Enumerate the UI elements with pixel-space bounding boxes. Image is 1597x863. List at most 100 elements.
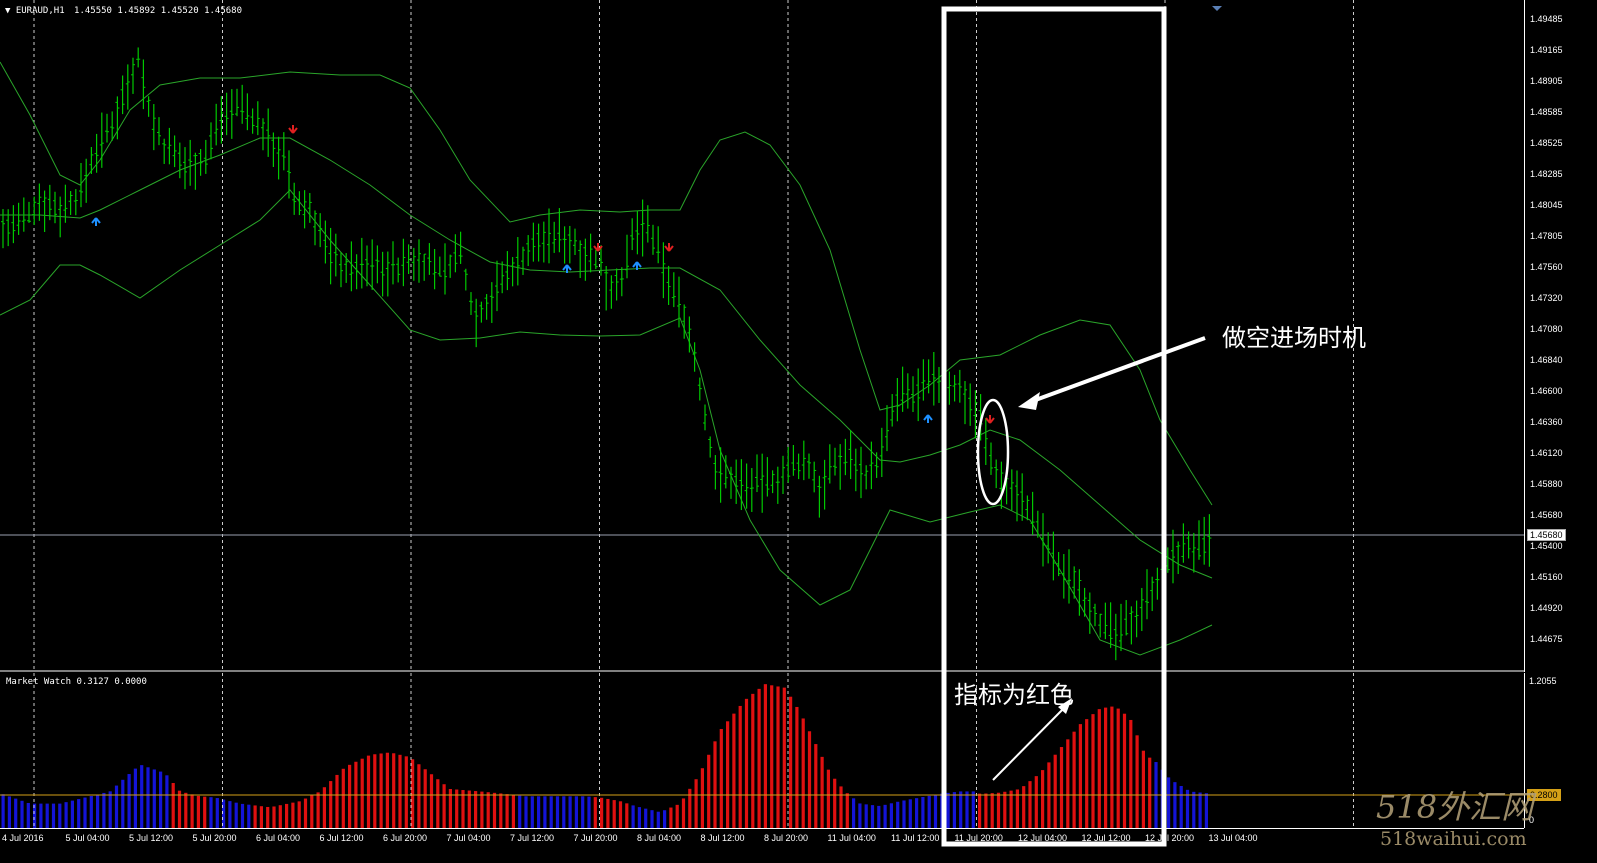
histogram-bar-red — [417, 764, 421, 828]
time-axis[interactable]: 4 Jul 2016 5 Jul 04:00 5 Jul 12:00 5 Jul 20… — [0, 828, 1524, 863]
chart-header: ▼ EURAUD,H1 1.45550 1.45892 1.45520 1.45… — [5, 6, 242, 16]
histogram-bar-blue — [228, 801, 232, 828]
histogram-bar-red — [196, 795, 200, 828]
chevron-down-icon[interactable]: ▼ — [5, 6, 10, 16]
histogram-bar-red — [789, 696, 793, 828]
histogram-bar-red — [593, 797, 597, 828]
histogram-bar-red — [1053, 754, 1057, 828]
price-panel[interactable]: ▼ EURAUD,H1 1.45550 1.45892 1.45520 1.45… — [0, 0, 1524, 672]
price-tick-label: 1.45680 — [1530, 510, 1563, 520]
histogram-bar-blue — [1185, 789, 1190, 828]
histogram-bar-red — [757, 688, 761, 828]
time-tick-label: 6 Jul 12:00 — [319, 833, 364, 843]
histogram-bar-blue — [631, 805, 635, 828]
time-tick-label: 12 Jul 20:00 — [1145, 833, 1195, 843]
time-tick-label: 8 Jul 04:00 — [637, 833, 682, 843]
histogram-bar-blue — [1160, 769, 1164, 828]
histogram-bar-blue — [14, 798, 18, 828]
histogram-bar-blue — [1192, 791, 1196, 828]
histogram-bar-red — [625, 803, 629, 828]
histogram-bar-blue — [58, 803, 62, 828]
histogram-bar-blue — [870, 805, 875, 828]
histogram-bar-red — [978, 793, 982, 828]
histogram-bar-red — [177, 790, 182, 828]
histogram-bar-blue — [247, 804, 251, 828]
histogram-bar-blue — [902, 800, 906, 828]
histogram-bar-blue — [908, 799, 912, 828]
histogram-bar-red — [713, 741, 717, 828]
histogram-bar-blue — [140, 765, 144, 828]
indicator-panel[interactable]: Market Watch 0.3127 0.0000 指标为红色 — [0, 673, 1524, 828]
price-tick-label: 1.46840 — [1530, 355, 1563, 365]
histogram-bar-red — [436, 779, 440, 828]
histogram-bar-red — [291, 802, 295, 828]
price-tick-label: 1.45880 — [1530, 479, 1563, 489]
histogram-bar-red — [732, 713, 736, 828]
histogram-bar-blue — [159, 771, 163, 828]
histogram-bar-blue — [51, 803, 56, 828]
histogram-bar-red — [707, 754, 711, 828]
histogram-bar-red — [423, 769, 427, 828]
histogram-bar-blue — [45, 803, 49, 828]
histogram-bar-red — [833, 778, 837, 828]
histogram-bar-red — [1028, 781, 1032, 828]
histogram-bar-blue — [96, 794, 100, 828]
histogram-bar-red — [1104, 707, 1108, 828]
histogram-bar-red — [499, 793, 503, 828]
histogram-bar-blue — [581, 796, 585, 828]
histogram-bar-red — [795, 706, 799, 828]
histogram-bar-blue — [20, 800, 24, 828]
histogram-bar-red — [1022, 786, 1026, 828]
watermark: 518外汇网 518waihui.com — [1376, 782, 1533, 850]
histogram-bar-blue — [543, 796, 547, 828]
histogram-bar-blue — [240, 803, 245, 828]
time-tick-label: 11 Jul 12:00 — [891, 833, 940, 843]
histogram-bar-blue — [102, 792, 106, 828]
histogram-bar-blue — [7, 796, 11, 828]
histogram-bar-red — [719, 728, 723, 828]
histogram-bar-blue — [946, 792, 950, 828]
indicator-chart[interactable] — [0, 673, 1524, 828]
histogram-bar-blue — [852, 798, 856, 828]
histogram-bar-blue — [555, 796, 560, 828]
histogram-bar-blue — [165, 775, 169, 828]
histogram-bar-red — [184, 792, 188, 828]
histogram-bar-blue — [889, 803, 893, 828]
indicator-axis-top: 1.2055 — [1529, 676, 1557, 686]
histogram-bar-blue — [530, 796, 534, 828]
price-axis[interactable]: 1.49485 1.49165 1.48905 1.48585 1.48525 1.482… — [1524, 0, 1597, 672]
price-tick-label: 1.48585 — [1530, 107, 1563, 117]
histogram-bar-blue — [70, 800, 74, 828]
histogram-bar-red — [253, 805, 257, 828]
histogram-bar-blue — [83, 797, 87, 828]
histogram-bar-blue — [33, 803, 37, 828]
histogram-bar-red — [1116, 708, 1120, 828]
histogram-bar-red — [366, 755, 371, 828]
sell-arrow-icon — [288, 125, 298, 134]
histogram-bar-blue — [562, 796, 566, 828]
histogram-bar-red — [404, 756, 408, 828]
time-tick-label: 5 Jul 12:00 — [129, 833, 174, 843]
histogram-bar-red — [266, 806, 270, 828]
histogram-bar-red — [845, 793, 849, 828]
histogram-bar-red — [1066, 739, 1070, 828]
histogram-bar-red — [297, 801, 301, 828]
price-tick-label: 1.47805 — [1530, 231, 1563, 241]
histogram-bar-red — [770, 685, 774, 828]
indicator-annotation: 指标为红色 — [954, 681, 1074, 709]
histogram-bar-blue — [896, 801, 900, 828]
histogram-bar-red — [776, 686, 780, 828]
histogram-bar-red — [442, 784, 446, 828]
histogram-bar-red — [1059, 747, 1064, 828]
price-tick-label: 1.48525 — [1530, 138, 1563, 148]
histogram-bar-red — [379, 753, 383, 828]
price-tick-label: 1.48905 — [1530, 76, 1563, 86]
price-tick-label: 1.47080 — [1530, 324, 1563, 334]
time-tick-label: 7 Jul 20:00 — [573, 833, 618, 843]
histogram-bar-red — [474, 791, 478, 828]
histogram-bar-blue — [637, 807, 641, 828]
histogram-bar-red — [322, 787, 326, 828]
indicator-axis[interactable]: 1.2055 0.2800 0 — [1524, 673, 1597, 828]
histogram-bar-red — [738, 705, 742, 828]
histogram-bar-blue — [858, 803, 862, 828]
